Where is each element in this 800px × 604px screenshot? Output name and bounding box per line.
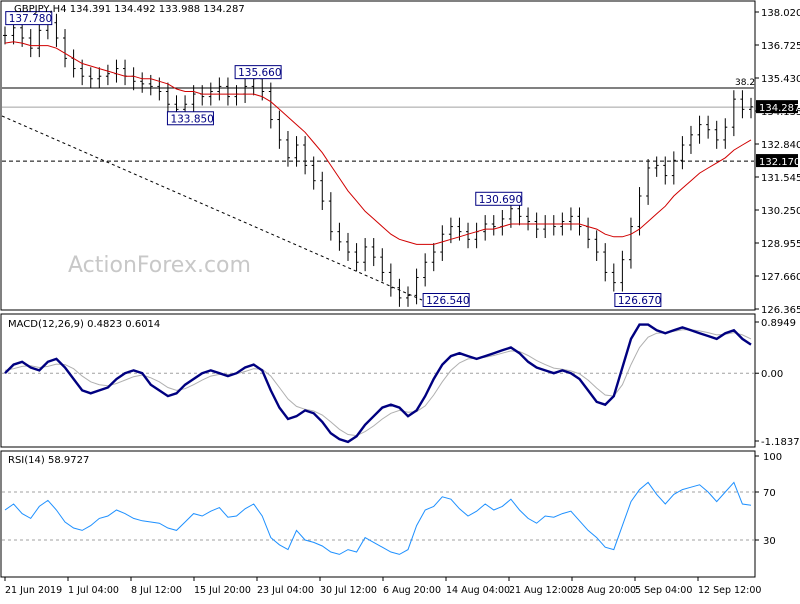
rsi-tick-label: 70 bbox=[763, 488, 776, 499]
price-annotation: 135.660 bbox=[238, 67, 281, 79]
x-tick-label: 28 Aug 20:00 bbox=[572, 585, 636, 596]
fib-label: 38.2 bbox=[735, 78, 755, 88]
price-tick-label: 130.250 bbox=[761, 206, 800, 217]
price-annotation: 133.850 bbox=[170, 113, 213, 125]
x-tick-label: 12 Sep 12:00 bbox=[698, 585, 761, 596]
macd-tick-label: 0.00 bbox=[761, 369, 783, 380]
rsi-title: RSI(14) 58.9727 bbox=[8, 455, 89, 466]
price-annotation: 130.690 bbox=[479, 194, 522, 206]
x-tick-label: 6 Aug 20:00 bbox=[383, 585, 441, 596]
x-tick-label: 30 Jul 12:00 bbox=[320, 585, 377, 596]
price-tick-label: 132.840 bbox=[761, 140, 800, 151]
chart-svg: 38.2 138.020136.725135.430134.135132.840… bbox=[0, 0, 800, 596]
x-tick-label: 23 Jul 04:00 bbox=[257, 585, 314, 596]
macd-tick-label: -1.1837 bbox=[761, 437, 800, 448]
symbol-header: GBPJPY,H4 134.391 134.492 133.988 134.28… bbox=[14, 4, 245, 15]
x-tick-label: 15 Jul 20:00 bbox=[194, 585, 251, 596]
rsi-tick-label: 100 bbox=[763, 452, 782, 463]
price-tick-label: 127.660 bbox=[761, 272, 800, 283]
watermark: ActionForex.com bbox=[68, 253, 251, 278]
x-tick-label: 5 Sep 04:00 bbox=[635, 585, 692, 596]
price-annotation: 126.540 bbox=[426, 295, 469, 307]
macd-tick-label: 0.8949 bbox=[761, 318, 796, 329]
macd-title: MACD(12,26,9) 0.4823 0.6014 bbox=[8, 319, 160, 330]
x-tick-label: 21 Jun 2019 bbox=[5, 585, 62, 596]
price-tick-label: 136.725 bbox=[761, 41, 800, 52]
x-tick-label: 14 Aug 04:00 bbox=[446, 585, 510, 596]
price-tick-label: 138.020 bbox=[761, 8, 800, 19]
price-tag-label: 132.170 bbox=[759, 157, 800, 168]
price-annotation: 126.670 bbox=[618, 295, 661, 307]
price-tag-label: 134.287 bbox=[759, 103, 800, 114]
x-tick-label: 1 Jul 04:00 bbox=[68, 585, 119, 596]
chart-window: 38.2 138.020136.725135.430134.135132.840… bbox=[0, 0, 800, 600]
rsi-panel bbox=[0, 450, 756, 578]
price-tick-label: 126.365 bbox=[761, 305, 800, 316]
price-tick-label: 135.430 bbox=[761, 74, 800, 85]
rsi-tick-label: 30 bbox=[763, 536, 776, 547]
x-tick-label: 8 Jul 12:00 bbox=[131, 585, 182, 596]
price-tick-label: 131.545 bbox=[761, 173, 800, 184]
x-tick-label: 21 Aug 12:00 bbox=[509, 585, 573, 596]
price-tick-label: 128.955 bbox=[761, 239, 800, 250]
